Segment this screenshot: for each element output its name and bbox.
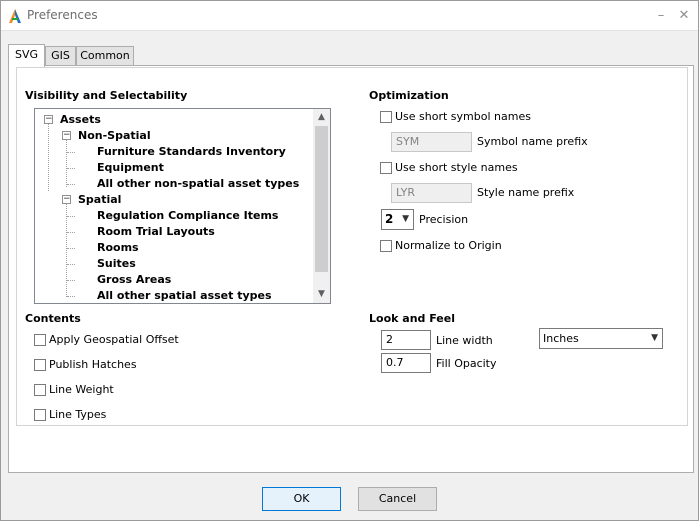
tree-connector: [48, 121, 49, 191]
tree-connector: [67, 168, 75, 169]
tree-connector: [67, 264, 75, 265]
tree-item-non-spatial[interactable]: Non-Spatial: [78, 129, 151, 142]
tree-item-other-spatial[interactable]: All other spatial asset types: [97, 289, 272, 302]
precision-select[interactable]: 2 ▼: [381, 209, 414, 230]
app-logo-icon: [9, 9, 21, 23]
short-style-names-label: Use short style names: [395, 161, 518, 174]
tree-connector: [66, 137, 67, 187]
tree-item-other-non-spatial[interactable]: All other non-spatial asset types: [97, 177, 299, 190]
tree-item-suites[interactable]: Suites: [97, 257, 136, 270]
tree-connector: [67, 280, 75, 281]
normalize-origin-checkbox[interactable]: [380, 240, 392, 252]
asset-tree[interactable]: − Assets − Non-Spatial Furniture Standar…: [34, 108, 331, 304]
precision-label: Precision: [419, 213, 469, 226]
tree-item-gross-areas[interactable]: Gross Areas: [97, 273, 171, 286]
style-prefix-label: Style name prefix: [477, 186, 575, 199]
preferences-window: Preferences – ✕ SVG GIS Common Visibilit…: [0, 0, 699, 521]
tree-connector: [67, 296, 75, 297]
collapse-assets-toggle[interactable]: −: [44, 115, 53, 124]
tree-item-rooms[interactable]: Rooms: [97, 241, 139, 254]
symbol-prefix-label: Symbol name prefix: [477, 135, 588, 148]
tree-item-furniture[interactable]: Furniture Standards Inventory: [97, 145, 286, 158]
scroll-down-icon[interactable]: ▼: [313, 286, 330, 303]
tree-scrollbar[interactable]: ▲ ▼: [313, 109, 330, 303]
line-types-checkbox[interactable]: [34, 409, 46, 421]
tab-gis[interactable]: GIS: [45, 46, 76, 66]
line-weight-label: Line Weight: [49, 383, 114, 396]
tree-connector: [67, 248, 75, 249]
tab-svg[interactable]: SVG: [8, 44, 45, 67]
visibility-title: Visibility and Selectability: [25, 89, 188, 102]
symbol-prefix-field[interactable]: SYM: [391, 132, 472, 152]
tree-item-equipment[interactable]: Equipment: [97, 161, 164, 174]
tree-item-assets[interactable]: Assets: [60, 113, 101, 126]
tab-common[interactable]: Common: [76, 46, 134, 66]
collapse-spatial-toggle[interactable]: −: [62, 195, 71, 204]
tree-item-spatial[interactable]: Spatial: [78, 193, 121, 206]
tree-connector: [67, 152, 75, 153]
scroll-up-icon[interactable]: ▲: [313, 109, 330, 126]
fill-opacity-field[interactable]: 0.7: [381, 353, 431, 373]
optimization-title: Optimization: [369, 89, 449, 102]
tree-connector: [67, 232, 75, 233]
look-and-feel-title: Look and Feel: [369, 312, 455, 325]
tree-connector: [67, 184, 75, 185]
line-width-label: Line width: [436, 334, 493, 347]
fill-opacity-label: Fill Opacity: [436, 357, 497, 370]
precision-value: 2: [385, 212, 394, 226]
style-prefix-field[interactable]: LYR: [391, 183, 472, 203]
scroll-thumb[interactable]: [315, 126, 328, 272]
publish-hatches-label: Publish Hatches: [49, 358, 137, 371]
short-symbol-names-checkbox[interactable]: [380, 111, 392, 123]
cancel-button[interactable]: Cancel: [358, 487, 437, 511]
line-weight-checkbox[interactable]: [34, 384, 46, 396]
tree-item-regulation[interactable]: Regulation Compliance Items: [97, 209, 278, 222]
chevron-down-icon: ▼: [651, 333, 658, 343]
line-width-field[interactable]: 2: [381, 330, 431, 350]
tree-item-room-trial[interactable]: Room Trial Layouts: [97, 225, 215, 238]
short-style-names-checkbox[interactable]: [380, 162, 392, 174]
svg-tab-panel: Visibility and Selectability − Assets −: [8, 65, 694, 473]
contents-title: Contents: [25, 312, 81, 325]
short-symbol-names-label: Use short symbol names: [395, 110, 531, 123]
tree-connector: [67, 216, 75, 217]
title-bar: Preferences – ✕: [1, 1, 698, 31]
line-types-label: Line Types: [49, 408, 107, 421]
normalize-origin-label: Normalize to Origin: [395, 239, 502, 252]
minimize-button[interactable]: –: [653, 8, 669, 24]
window-title: Preferences: [27, 8, 98, 22]
collapse-non-spatial-toggle[interactable]: −: [62, 131, 71, 140]
units-select[interactable]: Inches ▼: [539, 328, 663, 349]
tree-body: − Assets − Non-Spatial Furniture Standar…: [35, 109, 313, 303]
chevron-down-icon: ▼: [402, 214, 409, 224]
units-value: Inches: [543, 332, 579, 345]
geospatial-offset-label: Apply Geospatial Offset: [49, 333, 179, 346]
publish-hatches-checkbox[interactable]: [34, 359, 46, 371]
ok-button[interactable]: OK: [262, 487, 341, 511]
close-button[interactable]: ✕: [676, 8, 692, 24]
geospatial-offset-checkbox[interactable]: [34, 334, 46, 346]
